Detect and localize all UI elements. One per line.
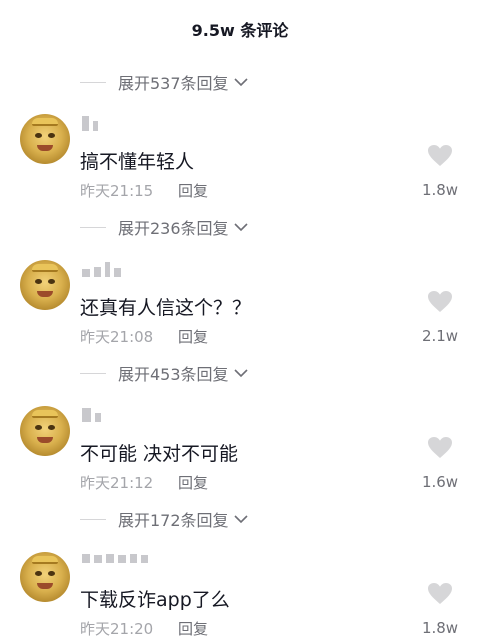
comment-item: 搞不懂年轻人 昨天21:15 回复 1.8w — [0, 114, 480, 214]
expand-replies-button[interactable]: 展开453条回复 — [80, 361, 249, 385]
heart-icon — [428, 437, 452, 458]
comment-item: 还真有人信这个？？ 昨天21:08 回复 2.1w — [0, 260, 480, 360]
expand-replies-label: 展开453条回复 — [118, 365, 229, 384]
comment-text: 搞不懂年轻人 — [80, 151, 195, 173]
like-count: 1.6w — [421, 473, 459, 491]
comment-meta: 昨天21:08 回复 — [80, 326, 208, 347]
divider-line — [80, 372, 106, 374]
comment-meta: 昨天21:12 回复 — [80, 472, 208, 493]
heart-icon — [428, 583, 452, 604]
avatar[interactable] — [20, 406, 70, 456]
reply-button[interactable]: 回复 — [178, 328, 208, 346]
expand-replies-button[interactable]: 展开172条回复 — [80, 507, 249, 531]
chevron-down-icon — [233, 368, 249, 378]
avatar[interactable] — [20, 114, 70, 164]
comment-text: 下载反诈app了么 — [80, 589, 230, 611]
like-count: 1.8w — [421, 619, 459, 637]
username-redacted[interactable] — [82, 554, 148, 563]
comment-meta: 昨天21:20 回复 — [80, 618, 208, 639]
like-count: 2.1w — [421, 327, 459, 345]
expand-replies-button[interactable]: 展开236条回复 — [80, 215, 249, 239]
avatar[interactable] — [20, 552, 70, 602]
reply-button[interactable]: 回复 — [178, 474, 208, 492]
heart-icon — [428, 291, 452, 312]
reply-button[interactable]: 回复 — [178, 620, 208, 638]
like-count: 1.8w — [421, 181, 459, 199]
comment-time: 昨天21:12 — [80, 474, 154, 492]
comment-count-title: 9.5w 条评论 — [191, 21, 289, 40]
chevron-down-icon — [233, 77, 249, 87]
comment-time: 昨天21:15 — [80, 182, 154, 200]
comment-item: 下载反诈app了么 昨天21:20 回复 1.8w — [0, 552, 480, 643]
chevron-down-icon — [233, 222, 249, 232]
divider-line — [80, 518, 106, 520]
comment-item: 不可能 决对不可能 昨天21:12 回复 1.6w — [0, 406, 480, 506]
comments-header: 9.5w 条评论 — [0, 0, 480, 62]
like-button[interactable]: 1.8w — [412, 144, 468, 199]
expand-replies-label: 展开172条回复 — [118, 511, 229, 530]
expand-replies-label: 展开537条回复 — [118, 74, 229, 93]
like-button[interactable]: 1.8w — [412, 582, 468, 637]
reply-button[interactable]: 回复 — [178, 182, 208, 200]
like-button[interactable]: 1.6w — [412, 436, 468, 491]
heart-icon — [428, 145, 452, 166]
expand-replies-label: 展开236条回复 — [118, 219, 229, 238]
expand-replies-button[interactable]: 展开537条回复 — [80, 70, 249, 94]
comment-text: 还真有人信这个？？ — [80, 297, 252, 319]
divider-line — [80, 81, 106, 83]
like-button[interactable]: 2.1w — [412, 290, 468, 345]
avatar[interactable] — [20, 260, 70, 310]
comment-meta: 昨天21:15 回复 — [80, 180, 208, 201]
divider-line — [80, 226, 106, 228]
comment-text: 不可能 决对不可能 — [80, 443, 239, 465]
chevron-down-icon — [233, 514, 249, 524]
comment-time: 昨天21:20 — [80, 620, 154, 638]
username-redacted[interactable] — [82, 408, 101, 422]
comment-time: 昨天21:08 — [80, 328, 154, 346]
username-redacted[interactable] — [82, 262, 121, 277]
username-redacted[interactable] — [82, 116, 98, 131]
